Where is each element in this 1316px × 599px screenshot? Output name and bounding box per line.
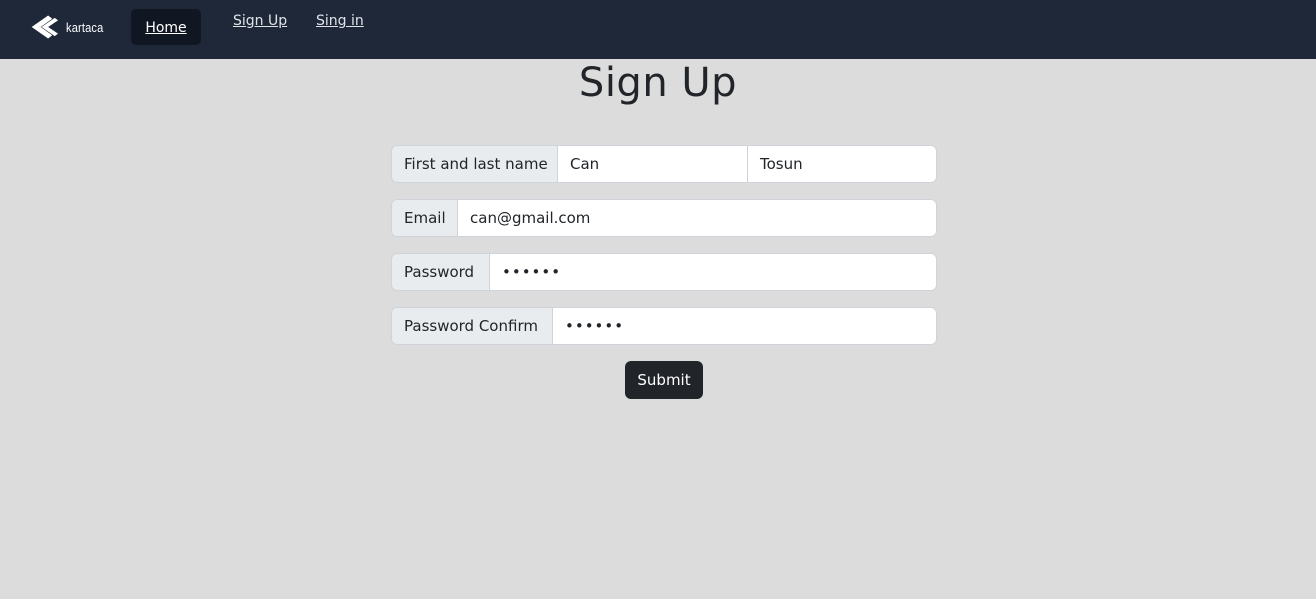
name-label: First and last name <box>391 145 558 183</box>
password-label: Password <box>391 253 490 291</box>
password-confirm-input[interactable]: •••••• <box>553 307 937 345</box>
name-input-group: First and last name Can Tosun <box>391 145 937 183</box>
nav-home-link[interactable]: Home <box>131 9 201 45</box>
password-input[interactable]: •••••• <box>490 253 937 291</box>
email-label: Email <box>391 199 458 237</box>
navbar: kartaca Home Sign Up Sing in <box>0 0 1316 59</box>
password-input-group: Password •••••• <box>391 253 937 291</box>
last-name-input[interactable]: Tosun <box>748 145 937 183</box>
email-input[interactable]: can@gmail.com <box>458 199 937 237</box>
submit-button[interactable]: Submit <box>625 361 703 399</box>
first-name-input[interactable]: Can <box>558 145 748 183</box>
brand-logo[interactable]: kartaca <box>30 11 110 43</box>
page-title: Sign Up <box>578 60 738 106</box>
kartaca-logo-icon <box>31 15 59 39</box>
email-input-group: Email can@gmail.com <box>391 199 937 237</box>
nav-signup-link[interactable]: Sign Up <box>233 13 287 29</box>
nav-signin-link[interactable]: Sing in <box>316 13 364 29</box>
password-confirm-input-group: Password Confirm •••••• <box>391 307 937 345</box>
brand-name: kartaca <box>65 19 104 35</box>
password-confirm-label: Password Confirm <box>391 307 553 345</box>
